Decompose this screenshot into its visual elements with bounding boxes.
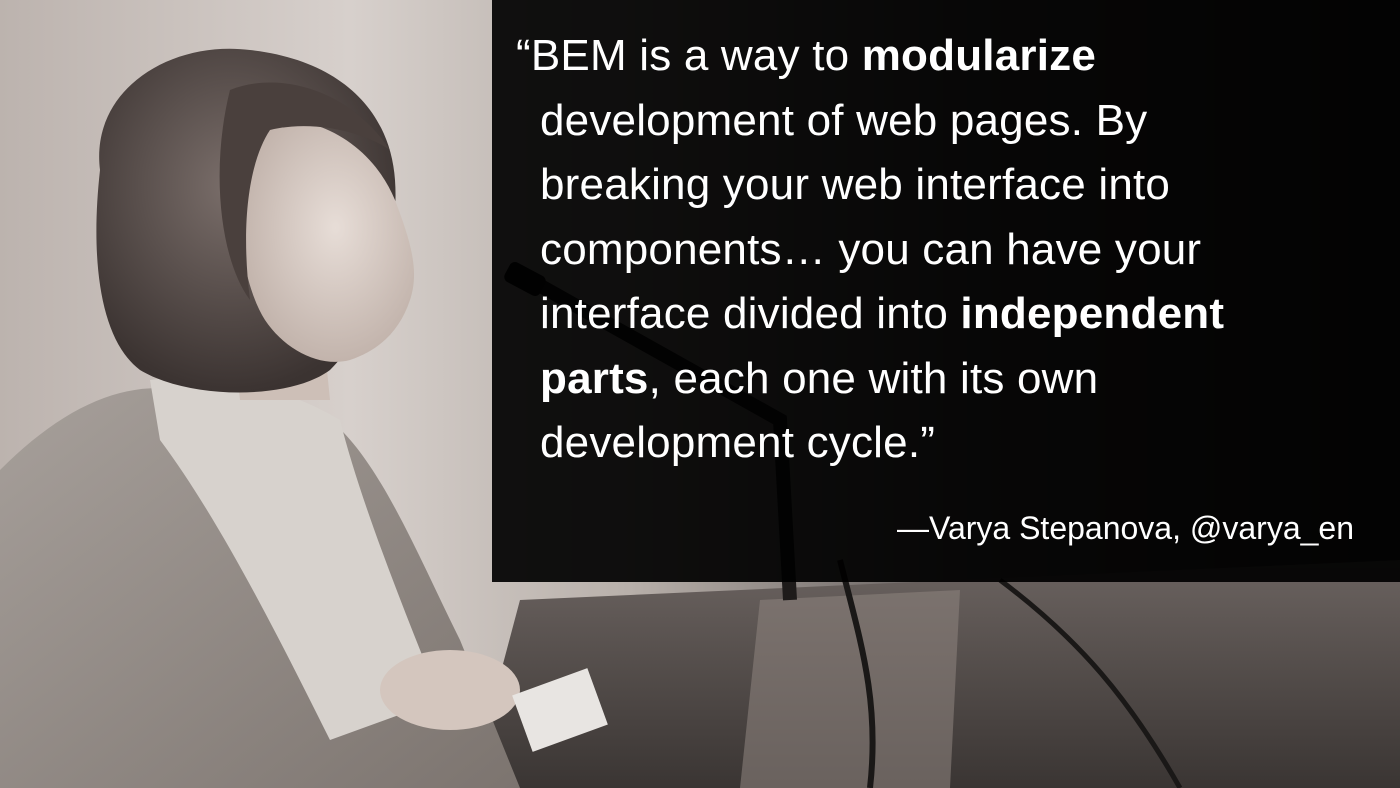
quote-text: “BEM is a way to modularize development …: [516, 24, 1386, 476]
quote-line-4: components… you can have your: [540, 224, 1202, 274]
quote-line-1: “BEM is a way to modularize: [516, 31, 1096, 80]
podium-front: [740, 590, 960, 788]
emphasis-parts: parts: [540, 353, 649, 403]
close-quote-mark: ”: [920, 418, 936, 467]
hands: [380, 650, 520, 730]
emphasis-modularize: modularize: [861, 31, 1096, 80]
attribution: —Varya Stepanova, @varya_en: [896, 510, 1354, 546]
quote-line-6: parts, each one with its own: [540, 353, 1099, 403]
slide: “BEM is a way to modularize development …: [0, 0, 1400, 788]
quote-line-3: breaking your web interface into: [540, 160, 1171, 209]
open-quote-mark: “: [516, 31, 531, 80]
quote-line-2: development of web pages. By: [540, 95, 1148, 145]
emphasis-independent: independent: [960, 289, 1225, 338]
quote-line-5: interface divided into independent: [540, 289, 1225, 338]
quote-line-7: development cycle.”: [540, 418, 936, 467]
